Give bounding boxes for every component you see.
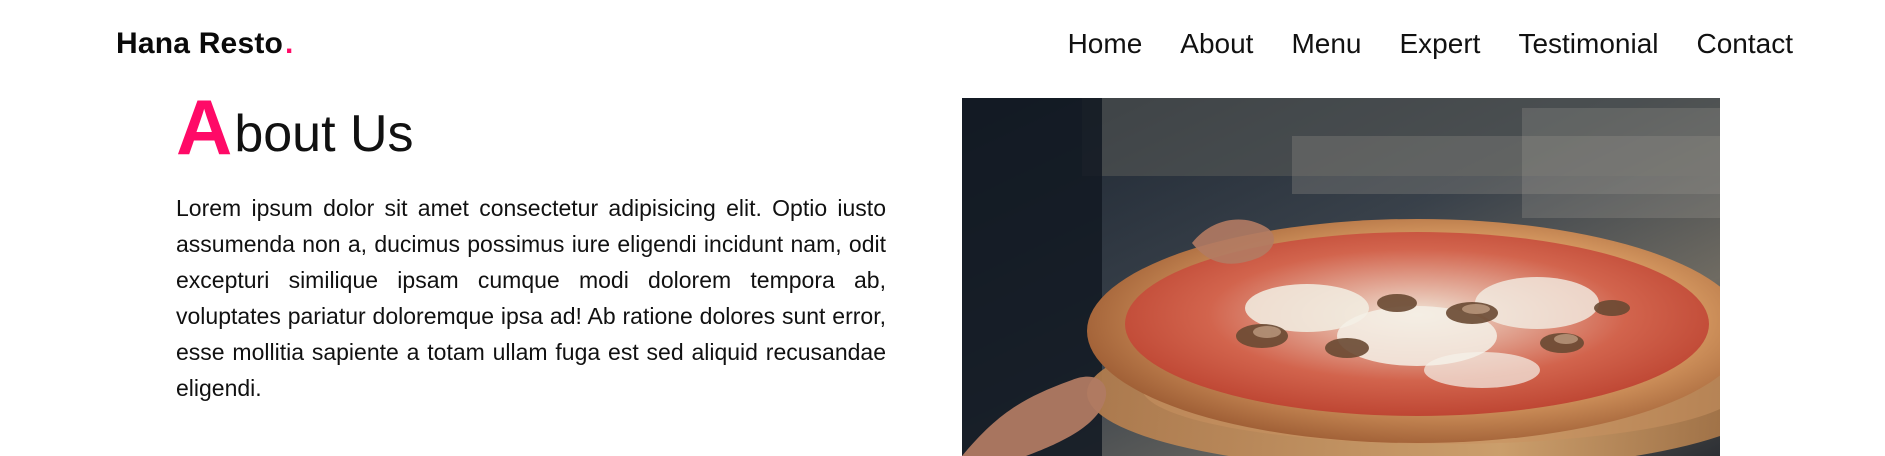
about-heading-initial: A <box>176 83 233 171</box>
pizza-photo <box>962 98 1720 456</box>
page: Hana Resto . Home About Menu Expert Test… <box>0 0 1885 456</box>
about-body-text: Lorem ipsum dolor sit amet consectetur a… <box>176 194 886 401</box>
main-nav: Home About Menu Expert Testimonial Conta… <box>1068 28 1793 60</box>
brand-name: Hana Resto <box>116 27 284 60</box>
nav-link-expert[interactable]: Expert <box>1400 28 1481 60</box>
brand-logo[interactable]: Hana Resto . <box>116 27 294 61</box>
about-section: A bout Us Lorem ipsum dolor sit amet con… <box>176 83 886 406</box>
about-heading: A bout Us <box>176 83 886 171</box>
about-heading-text: bout Us <box>234 104 414 163</box>
nav-link-about[interactable]: About <box>1180 28 1253 60</box>
site-header: Hana Resto . Home About Menu Expert Test… <box>0 0 1885 88</box>
nav-link-home[interactable]: Home <box>1068 28 1143 60</box>
nav-link-menu[interactable]: Menu <box>1291 28 1361 60</box>
brand-dot: . <box>285 27 294 60</box>
nav-link-contact[interactable]: Contact <box>1697 28 1794 60</box>
nav-link-testimonial[interactable]: Testimonial <box>1518 28 1658 60</box>
